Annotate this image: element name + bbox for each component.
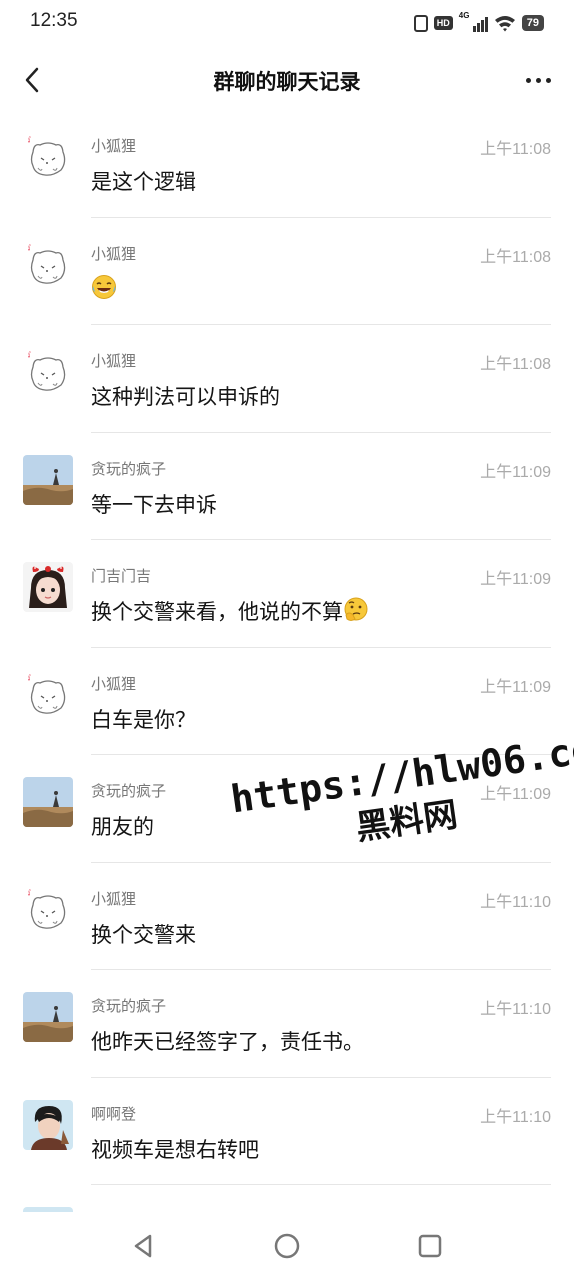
- message-row[interactable]: 小狐狸 上午11:08 这种判法可以申诉的: [0, 325, 574, 433]
- message-time: 上午11:09: [480, 786, 551, 803]
- lake-avatar[interactable]: [23, 992, 73, 1042]
- message-text-content: 他昨天已经签字了，责任书。: [91, 1030, 364, 1054]
- status-icons: HD 4G 79: [413, 11, 544, 34]
- sender-name: 贪玩的疯子: [91, 997, 167, 1015]
- girl-avatar[interactable]: [23, 562, 73, 612]
- navigation-bar: [0, 1212, 574, 1280]
- message-time: 上午11:10: [480, 1108, 551, 1126]
- message-text: 视频车是想右转吧: [91, 1134, 259, 1164]
- signal-icon: 4G: [458, 11, 488, 32]
- message-row[interactable]: 门吉门吉 上午11:09 换个交警来看，他说的不算: [0, 540, 574, 648]
- cat-avatar[interactable]: [23, 670, 73, 720]
- sender-name: 小狐狸: [91, 352, 137, 370]
- message-time: 上午11:09: [480, 463, 551, 481]
- cat-avatar[interactable]: [23, 885, 73, 935]
- message-text: 他昨天已经签字了，责任书。: [91, 1026, 364, 1056]
- message-text: 等一下去申诉: [91, 489, 217, 519]
- message-time: 上午11:10: [480, 893, 551, 911]
- message-row[interactable]: 啊啊登 上午11:10 视频车是想右转吧: [0, 1078, 574, 1185]
- cat-avatar[interactable]: [23, 132, 73, 182]
- message-text: 换个交警来看，他说的不算: [91, 596, 369, 626]
- status-bar: 12:35 HD 4G 79: [0, 0, 574, 46]
- message-row[interactable]: 啊啊登上午11:10: [0, 1185, 574, 1212]
- hd-icon: HD: [433, 16, 453, 30]
- message-row[interactable]: 小狐狸 上午11:08 是这个逻辑: [0, 110, 574, 218]
- sender-name: 小狐狸: [91, 137, 137, 155]
- message-text: 是这个逻辑: [91, 166, 196, 196]
- network-type-label: 4G: [458, 11, 470, 20]
- sender-name: 小狐狸: [91, 889, 137, 908]
- message-time: 上午11:09: [480, 678, 551, 696]
- more-dot-icon: [535, 77, 541, 83]
- boy-avatar[interactable]: [23, 1099, 73, 1150]
- more-dot-icon: [545, 77, 551, 83]
- status-time: 12:35: [30, 10, 78, 31]
- nav-recents-button[interactable]: [414, 1230, 446, 1262]
- message-text-content: 换个交警来: [91, 922, 196, 947]
- message-text-content: 视频车是想右转吧: [91, 1137, 259, 1162]
- more-dot-icon: [525, 77, 531, 83]
- header: 群聊的聊天记录: [0, 50, 574, 110]
- message-time: 上午11:09: [480, 571, 551, 588]
- vibrate-icon: [413, 14, 428, 32]
- message-text: 白车是你？: [91, 704, 196, 734]
- message-time: 上午11:08: [480, 248, 551, 266]
- sender-name: 小狐狸: [91, 674, 137, 693]
- battery-icon: 79: [521, 15, 544, 31]
- lake-avatar[interactable]: [23, 454, 73, 505]
- message-time: 上午11:08: [480, 141, 551, 158]
- message-text: 朋友的: [91, 811, 154, 841]
- sender-name: 小狐狸: [91, 244, 137, 263]
- cat-avatar[interactable]: [23, 347, 73, 397]
- message-row[interactable]: 贪玩的疯子 上午11:09 朋友的: [0, 755, 574, 863]
- message-text-content: 这种判法可以申诉的: [91, 385, 280, 409]
- message-text: 这种判法可以申诉的: [91, 381, 280, 411]
- sender-name: 啊啊登: [91, 1104, 137, 1123]
- message-text-content: 换个交警来看，他说的不算: [91, 600, 343, 624]
- sender-name: 贪玩的疯子: [91, 459, 167, 478]
- message-time: 上午11:08: [480, 356, 551, 373]
- laughing-tears-emoji-icon: [91, 274, 117, 301]
- sender-name: 门吉门吉: [91, 567, 152, 585]
- recents-square-icon: [418, 1234, 442, 1258]
- message-list[interactable]: 小狐狸 上午11:08 是这个逻辑 小狐狸 上午11:08 小狐狸 上午11:08 这种判法可…: [0, 110, 574, 1212]
- nav-home-button[interactable]: [271, 1230, 303, 1262]
- message-text: [91, 274, 117, 301]
- message-time: 上午11:10: [480, 1001, 551, 1018]
- nav-back-button[interactable]: [127, 1230, 159, 1262]
- sender-name: 贪玩的疯子: [91, 782, 167, 800]
- page-title: 群聊的聊天记录: [213, 70, 361, 94]
- more-options-button[interactable]: [520, 64, 556, 96]
- message-row[interactable]: 小狐狸 上午11:09 白车是你？: [0, 648, 574, 755]
- back-triangle-icon: [134, 1234, 152, 1258]
- thinking-emoji-icon: [343, 597, 369, 624]
- message-row[interactable]: 贪玩的疯子 上午11:10 他昨天已经签字了，责任书。: [0, 970, 574, 1078]
- message-text-content: 等一下去申诉: [91, 492, 217, 517]
- message-text: 换个交警来: [91, 919, 196, 949]
- message-text-content: 白车是你？: [91, 707, 196, 732]
- message-row[interactable]: 小狐狸 上午11:10 换个交警来: [0, 863, 574, 970]
- message-row[interactable]: 小狐狸 上午11:08: [0, 218, 574, 325]
- home-circle-icon: [274, 1233, 300, 1259]
- message-text-content: 是这个逻辑: [91, 170, 196, 194]
- wifi-icon: [494, 16, 515, 32]
- cat-avatar[interactable]: [23, 240, 73, 290]
- lake-avatar[interactable]: [23, 777, 73, 827]
- message-row[interactable]: 贪玩的疯子 上午11:09 等一下去申诉: [0, 433, 574, 540]
- message-text-content: 朋友的: [91, 815, 154, 839]
